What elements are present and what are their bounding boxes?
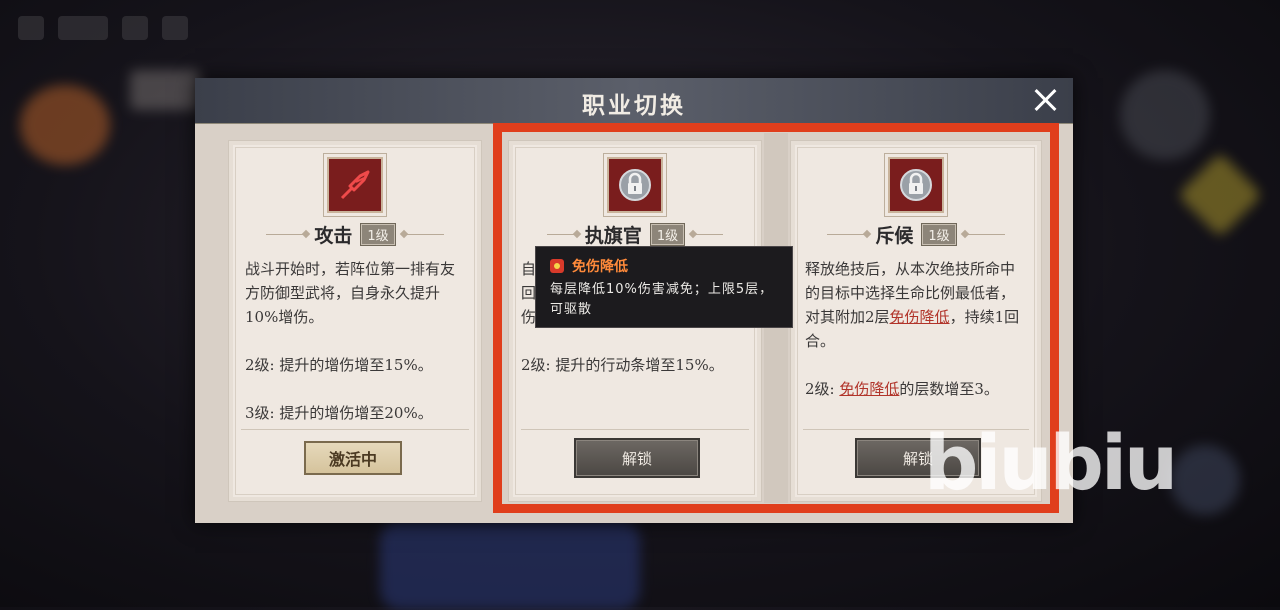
dialog-title: 职业切换 — [582, 93, 686, 119]
background-hud-element — [1177, 152, 1263, 238]
watermark: biubiu — [924, 418, 1178, 507]
background-topbar — [18, 16, 278, 52]
class-name: 攻击 — [314, 225, 353, 247]
level-badge: 1级 — [360, 223, 396, 246]
unlock-button[interactable]: 解锁 — [574, 438, 700, 478]
class-name: 执旗官 — [584, 225, 642, 247]
effect-link[interactable]: 免伤降低 — [890, 308, 950, 326]
lock-icon — [888, 157, 944, 213]
lock-icon — [607, 157, 663, 213]
active-status-tag: 激活中 — [304, 441, 402, 475]
effect-tooltip: 免伤降低 每层降低10%伤害减免；上限5层，可驱散 — [535, 246, 793, 328]
dialog-header: 职业切换 — [195, 78, 1073, 124]
background-hud-element — [130, 70, 200, 110]
background-character — [380, 520, 640, 610]
tooltip-body: 每层降低10%伤害减免；上限5层，可驱散 — [550, 282, 774, 317]
background-hud-element — [1120, 70, 1210, 160]
background-hud-element — [1170, 445, 1240, 515]
level-badge: 1级 — [649, 223, 686, 246]
effect-link[interactable]: 免伤降低 — [839, 380, 899, 398]
background-avatar — [20, 85, 110, 165]
sword-icon — [327, 157, 383, 213]
class-description: 战斗开始时，若阵位第一排有友方防御型武将，自身永久提升10%增伤。 2级: 提升… — [245, 260, 456, 422]
close-icon[interactable] — [1031, 86, 1059, 114]
class-description: 释放绝技后，从本次绝技所命中的目标中选择生命比例最低者，对其附加2层免伤降低，持… — [805, 260, 1020, 398]
level-badge: 1级 — [921, 223, 957, 246]
class-card-attack[interactable]: 攻击 1级 战斗开始时，若阵位第一排有友方防御型武将，自身永久提升10%增伤。 … — [228, 140, 482, 502]
debuff-icon — [550, 259, 564, 273]
class-name: 斥候 — [875, 225, 914, 247]
tooltip-title: 免伤降低 — [572, 259, 628, 275]
